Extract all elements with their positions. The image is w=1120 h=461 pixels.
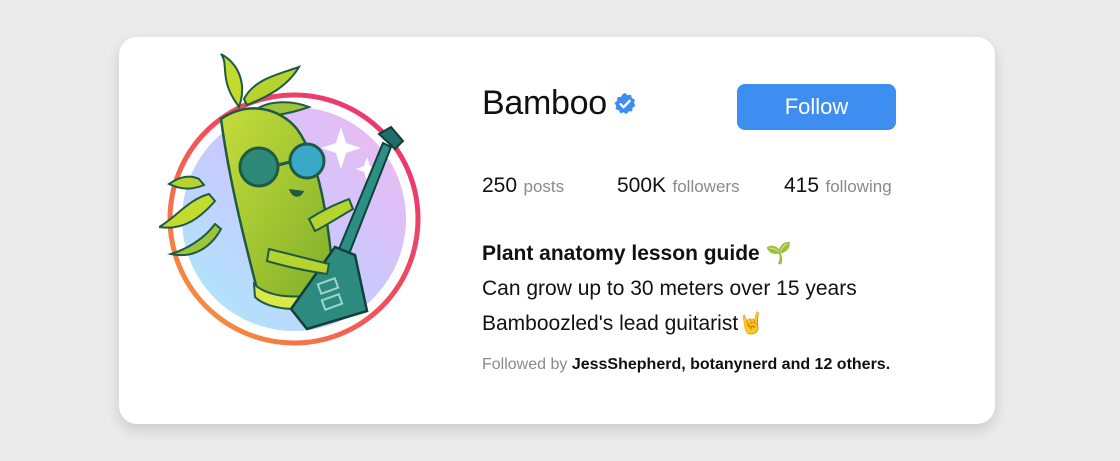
profile-header: Bamboo — [482, 84, 637, 123]
bio-title: Plant anatomy lesson guide 🌱 — [482, 242, 792, 265]
bamboo-guitarist-illustration — [159, 53, 421, 346]
stat-followers-value: 500K — [617, 174, 667, 197]
profile-username: Bamboo — [482, 84, 607, 122]
profile-card: Bamboo Follow 250 posts 500K followers 4… — [119, 37, 995, 424]
bio-line-2: Bamboozled's lead guitarist🤘 — [482, 312, 765, 335]
follow-button[interactable]: Follow — [737, 84, 896, 130]
verified-badge-icon — [613, 92, 637, 116]
stat-posts-value: 250 — [482, 174, 518, 197]
stat-posts[interactable]: 250 posts — [482, 174, 564, 198]
followed-by-names[interactable]: JessShepherd, botanynerd and 12 others. — [572, 356, 890, 373]
profile-stats: 250 posts 500K followers 415 following — [482, 174, 942, 204]
bio-line-1: Can grow up to 30 meters over 15 years — [482, 277, 857, 300]
profile-avatar[interactable] — [159, 49, 449, 349]
profile-bio: Plant anatomy lesson guide 🌱 Can grow up… — [482, 236, 962, 341]
stat-following-label: following — [825, 177, 892, 196]
followed-by-prefix: Followed by — [482, 356, 568, 373]
stat-followers[interactable]: 500K followers — [617, 174, 740, 198]
stat-posts-label: posts — [523, 177, 565, 196]
stat-following-value: 415 — [784, 174, 820, 197]
stat-followers-label: followers — [672, 177, 740, 196]
followed-by[interactable]: Followed by JessShepherd, botanynerd and… — [482, 356, 890, 374]
stat-following[interactable]: 415 following — [784, 174, 892, 198]
